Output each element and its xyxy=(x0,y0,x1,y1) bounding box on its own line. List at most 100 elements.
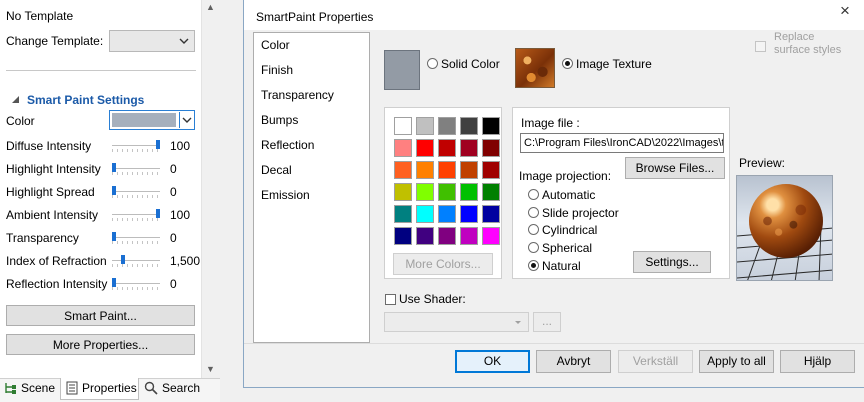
image-texture-thumbnail[interactable] xyxy=(515,48,555,88)
tab-reflection[interactable]: Reflection xyxy=(261,138,314,152)
projection-natural-label: Natural xyxy=(542,259,581,273)
template-label: No Template xyxy=(6,9,74,23)
dialog-titlebar: SmartPaint Properties × xyxy=(244,0,864,30)
smart-paint-button[interactable]: Smart Paint... xyxy=(6,305,195,326)
palette-swatch[interactable] xyxy=(416,139,434,157)
tab-finish[interactable]: Finish xyxy=(261,63,293,77)
chevron-down-icon xyxy=(179,38,189,44)
projection-cylindrical-label: Cylindrical xyxy=(542,223,598,237)
browse-files-button[interactable]: Browse Files... xyxy=(625,157,725,179)
color-dropdown-button[interactable] xyxy=(179,112,193,128)
tab-properties[interactable]: Properties xyxy=(60,378,139,400)
palette-swatch[interactable] xyxy=(438,205,456,223)
projection-spherical-radio[interactable] xyxy=(528,242,539,253)
apply-to-all-button[interactable]: Apply to all xyxy=(699,350,774,373)
palette-swatch[interactable] xyxy=(394,161,412,179)
shader-dropdown[interactable] xyxy=(384,312,529,332)
property-slider[interactable] xyxy=(112,139,160,153)
property-slider[interactable] xyxy=(112,162,160,176)
solid-color-preview[interactable] xyxy=(384,50,420,90)
projection-cylindrical-radio[interactable] xyxy=(528,224,539,235)
use-shader-checkbox[interactable] xyxy=(385,294,396,305)
chevron-down-icon xyxy=(515,321,521,324)
shader-browse-button[interactable]: ... xyxy=(533,312,561,332)
settings-button[interactable]: Settings... xyxy=(633,251,711,273)
palette-swatch[interactable] xyxy=(438,139,456,157)
projection-natural-radio[interactable] xyxy=(528,260,539,271)
slider-thumb[interactable] xyxy=(112,186,116,195)
property-slider[interactable] xyxy=(112,185,160,199)
palette-swatch[interactable] xyxy=(460,139,478,157)
close-icon[interactable]: × xyxy=(840,1,850,21)
more-properties-button[interactable]: More Properties... xyxy=(6,334,195,355)
palette-swatch[interactable] xyxy=(482,139,500,157)
scroll-down-icon[interactable]: ▼ xyxy=(206,364,215,374)
tab-transparency[interactable]: Transparency xyxy=(261,88,334,102)
replace-surface-styles-checkbox[interactable] xyxy=(755,41,766,52)
palette-swatch[interactable] xyxy=(482,117,500,135)
color-swatch xyxy=(112,113,176,127)
palette-swatch[interactable] xyxy=(416,117,434,135)
palette-swatch[interactable] xyxy=(460,227,478,245)
image-file-label: Image file : xyxy=(521,116,580,130)
slider-thumb[interactable] xyxy=(156,209,160,218)
property-slider[interactable] xyxy=(112,277,160,291)
tab-bumps[interactable]: Bumps xyxy=(261,113,298,127)
tab-scene-label: Scene xyxy=(21,381,56,395)
image-file-path-field[interactable]: C:\Program Files\IronCAD\2022\Images\t xyxy=(520,133,724,153)
color-picker[interactable] xyxy=(109,110,195,130)
slider-thumb[interactable] xyxy=(121,255,125,264)
cancel-button[interactable]: Avbryt xyxy=(536,350,611,373)
property-slider[interactable] xyxy=(112,231,160,245)
palette-swatch[interactable] xyxy=(482,205,500,223)
palette-swatch[interactable] xyxy=(460,183,478,201)
property-value: 100 xyxy=(170,208,191,222)
apply-button[interactable]: Verkställ xyxy=(618,350,693,373)
preview-sphere-texture xyxy=(749,184,823,258)
palette-swatch[interactable] xyxy=(438,117,456,135)
solid-color-radio[interactable] xyxy=(427,58,438,69)
panel-scrollbar[interactable]: ▲ ▼ xyxy=(201,0,220,378)
palette-swatch[interactable] xyxy=(460,161,478,179)
collapse-triangle-icon[interactable] xyxy=(12,96,19,103)
tab-decal[interactable]: Decal xyxy=(261,163,292,177)
smartpaint-dialog: SmartPaint Properties × Color Finish Tra… xyxy=(243,0,864,388)
change-template-dropdown[interactable] xyxy=(109,30,195,52)
palette-swatch[interactable] xyxy=(438,183,456,201)
palette-swatch[interactable] xyxy=(416,183,434,201)
scroll-up-icon[interactable]: ▲ xyxy=(206,2,215,12)
palette-swatch[interactable] xyxy=(394,117,412,135)
property-label: Highlight Spread xyxy=(6,185,95,199)
palette-swatch[interactable] xyxy=(482,161,500,179)
help-button[interactable]: Hjälp xyxy=(780,350,855,373)
tab-search[interactable]: Search xyxy=(144,378,204,400)
palette-swatch[interactable] xyxy=(438,161,456,179)
image-texture-radio[interactable] xyxy=(562,58,573,69)
palette-swatch[interactable] xyxy=(482,227,500,245)
palette-swatch[interactable] xyxy=(394,205,412,223)
palette-swatch[interactable] xyxy=(394,227,412,245)
palette-swatch[interactable] xyxy=(482,183,500,201)
palette-swatch[interactable] xyxy=(460,117,478,135)
tab-emission[interactable]: Emission xyxy=(261,188,310,202)
property-slider[interactable] xyxy=(112,208,160,222)
slider-thumb[interactable] xyxy=(112,278,116,287)
palette-swatch[interactable] xyxy=(394,139,412,157)
tab-color[interactable]: Color xyxy=(261,38,290,52)
property-slider[interactable] xyxy=(112,254,160,268)
slider-thumb[interactable] xyxy=(112,232,116,241)
palette-swatch[interactable] xyxy=(394,183,412,201)
property-value: 0 xyxy=(170,162,177,176)
palette-swatch[interactable] xyxy=(416,205,434,223)
palette-swatch[interactable] xyxy=(416,227,434,245)
tab-scene[interactable]: Scene xyxy=(4,378,58,400)
palette-swatch[interactable] xyxy=(416,161,434,179)
slider-thumb[interactable] xyxy=(156,140,160,149)
slider-thumb[interactable] xyxy=(112,163,116,172)
ok-button[interactable]: OK xyxy=(455,350,530,373)
projection-automatic-radio[interactable] xyxy=(528,189,539,200)
projection-slide-projector-radio[interactable] xyxy=(528,207,539,218)
palette-swatch[interactable] xyxy=(460,205,478,223)
more-colors-button[interactable]: More Colors... xyxy=(393,253,493,275)
palette-swatch[interactable] xyxy=(438,227,456,245)
